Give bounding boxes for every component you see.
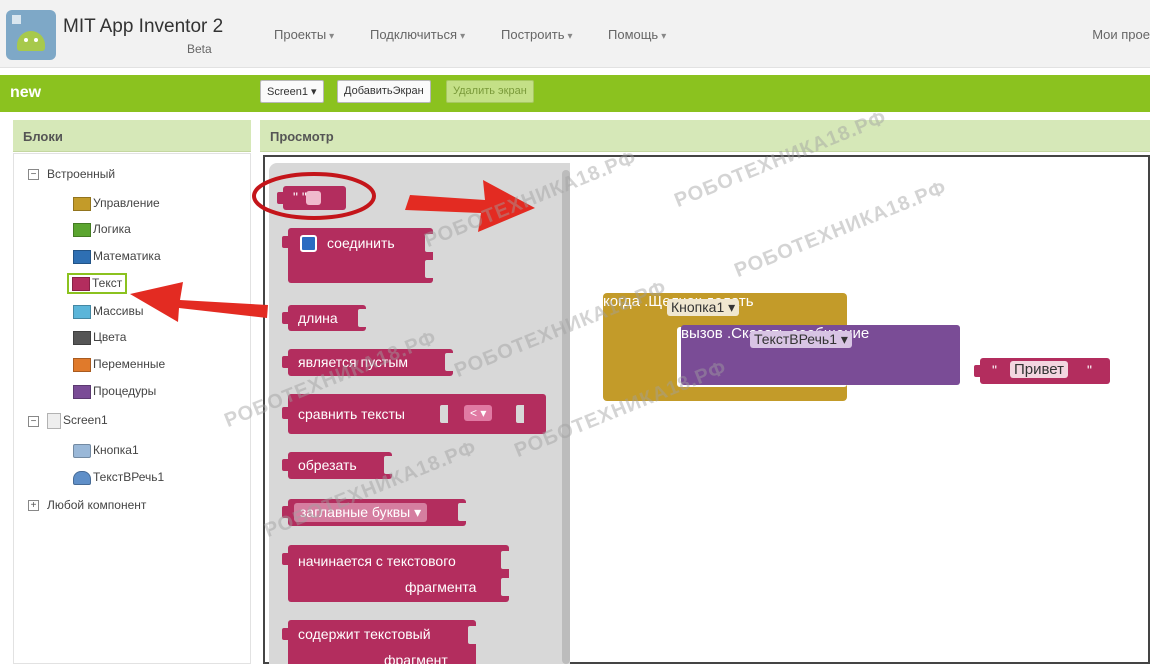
- highlight-ellipse: [252, 172, 376, 220]
- app-window: MIT App Inventor 2 Beta Проекты ▾ Подключ…: [0, 0, 1150, 664]
- arrow-left-icon: [130, 282, 268, 322]
